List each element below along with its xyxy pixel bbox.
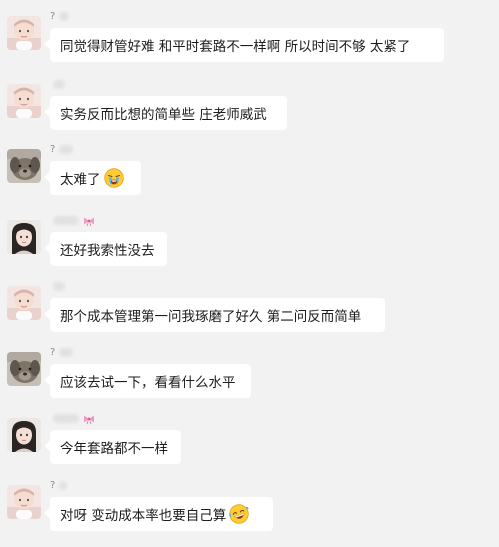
chat-message: ? 应该去试一下，看看什么水平 — [0, 347, 499, 414]
sender-name[interactable]: ? — [50, 143, 73, 157]
pink-bow-icon — [83, 215, 95, 227]
chat-message-list: ? 同觉得财管好难 和平时套路不一样啊 所以时间不够 太紧了 实务反而比想的简单… — [0, 0, 499, 533]
baby-avatar-icon — [7, 16, 41, 50]
redacted-name-blur — [53, 414, 80, 423]
girl-avatar-icon — [7, 220, 41, 254]
chat-message: 实务反而比想的简单些 庄老师威武 — [0, 80, 499, 146]
sender-name[interactable]: ? — [50, 10, 69, 24]
message-bubble[interactable]: 还好我索性没去 — [50, 232, 167, 266]
sender-name[interactable] — [50, 78, 66, 92]
baby-avatar-icon — [7, 286, 41, 320]
sender-name-text: ? — [50, 144, 56, 155]
dog-avatar-icon — [7, 149, 41, 183]
message-text: 同觉得财管好难 和平时套路不一样啊 所以时间不够 太紧了 — [60, 39, 411, 55]
message-text: 今年套路都不一样 — [60, 441, 168, 457]
avatar[interactable] — [7, 84, 41, 118]
redacted-name-blur — [58, 348, 73, 357]
redacted-name-blur — [53, 216, 80, 225]
sender-name-text: ? — [50, 480, 56, 491]
message-bubble[interactable]: 对呀 变动成本率也要自己算 — [50, 497, 273, 531]
girl-avatar-icon — [7, 418, 41, 452]
message-text: 还好我索性没去 — [60, 243, 155, 259]
redacted-name-blur — [58, 12, 69, 21]
message-bubble[interactable]: 同觉得财管好难 和平时套路不一样啊 所以时间不够 太紧了 — [50, 28, 444, 62]
avatar[interactable] — [7, 485, 41, 519]
sender-name-text: ? — [50, 11, 56, 22]
message-bubble[interactable]: 太难了 — [50, 161, 141, 195]
crying-face-icon — [103, 168, 124, 188]
message-bubble[interactable]: 那个成本管理第一问我琢磨了好久 第二问反而简单 — [50, 298, 385, 332]
redacted-name-blur — [58, 145, 73, 154]
pink-bow-icon — [83, 413, 95, 425]
baby-avatar-icon — [7, 485, 41, 519]
sender-name-text: ? — [50, 347, 56, 358]
message-bubble[interactable]: 实务反而比想的简单些 庄老师威武 — [50, 96, 287, 130]
avatar[interactable] — [7, 352, 41, 386]
message-text: 实务反而比想的简单些 庄老师威武 — [60, 107, 267, 123]
sender-name[interactable] — [50, 280, 66, 294]
sender-name[interactable]: ? — [50, 346, 73, 360]
chat-message: ? 太难了 — [0, 144, 499, 211]
message-text: 应该去试一下，看看什么水平 — [60, 375, 236, 391]
message-text: 那个成本管理第一问我琢磨了好久 第二问反而简单 — [60, 309, 362, 325]
baby-avatar-icon — [7, 84, 41, 118]
redacted-name-blur — [53, 80, 66, 89]
sender-name[interactable] — [50, 214, 95, 228]
avatar[interactable] — [7, 286, 41, 320]
avatar[interactable] — [7, 418, 41, 452]
chat-message: ? 同觉得财管好难 和平时套路不一样啊 所以时间不够 太紧了 — [0, 11, 499, 78]
laughing-tears-icon — [229, 504, 249, 524]
chat-message: ? 对呀 变动成本率也要自己算 — [0, 480, 499, 547]
redacted-name-blur — [53, 282, 66, 291]
chat-message: 那个成本管理第一问我琢磨了好久 第二问反而简单 — [0, 282, 499, 348]
chat-message: 还好我索性没去 — [0, 216, 499, 282]
message-bubble[interactable]: 应该去试一下，看看什么水平 — [50, 364, 251, 398]
message-text: 太难了 — [60, 172, 101, 188]
dog-avatar-icon — [7, 352, 41, 386]
chat-message: 今年套路都不一样 — [0, 414, 499, 480]
avatar[interactable] — [7, 16, 41, 50]
avatar[interactable] — [7, 220, 41, 254]
sender-name[interactable]: ? — [50, 479, 67, 493]
avatar[interactable] — [7, 149, 41, 183]
message-bubble[interactable]: 今年套路都不一样 — [50, 430, 181, 464]
redacted-name-blur — [58, 481, 67, 490]
sender-name[interactable] — [50, 412, 95, 426]
message-text: 对呀 变动成本率也要自己算 — [60, 508, 227, 524]
